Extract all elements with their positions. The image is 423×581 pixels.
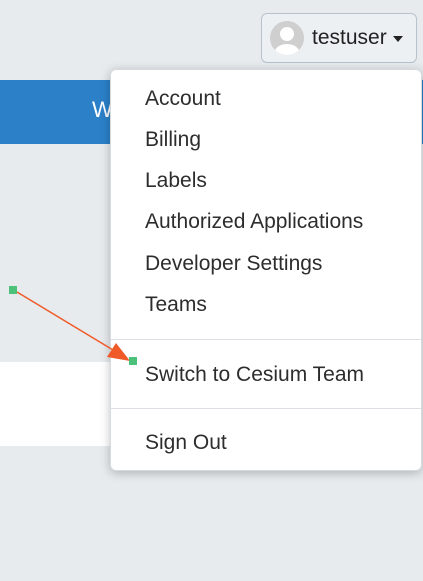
menu-item-labels[interactable]: Labels: [145, 169, 207, 193]
menu-item-authorized-applications[interactable]: Authorized Applications: [145, 210, 363, 234]
menu-item-developer-settings[interactable]: Developer Settings: [145, 252, 322, 276]
user-menu-button[interactable]: testuser: [261, 13, 417, 63]
menu-item-account[interactable]: Account: [145, 87, 221, 111]
start-marker-icon: [9, 286, 17, 294]
user-dropdown-menu: Account Billing Labels Authorized Applic…: [110, 69, 422, 471]
page: W testuser Account Billing Labels Author…: [0, 0, 423, 581]
menu-item-sign-out[interactable]: Sign Out: [145, 431, 227, 455]
content-panel: [0, 362, 125, 446]
menu-item-teams[interactable]: Teams: [145, 293, 207, 317]
menu-divider: [111, 339, 421, 340]
username-label: testuser: [312, 26, 387, 49]
menu-item-billing[interactable]: Billing: [145, 128, 201, 152]
menu-divider: [111, 408, 421, 409]
caret-down-icon: [392, 36, 403, 42]
user-avatar-icon: [270, 21, 304, 55]
arrow-line: [16, 291, 119, 354]
menu-item-switch-team[interactable]: Switch to Cesium Team: [145, 363, 364, 387]
